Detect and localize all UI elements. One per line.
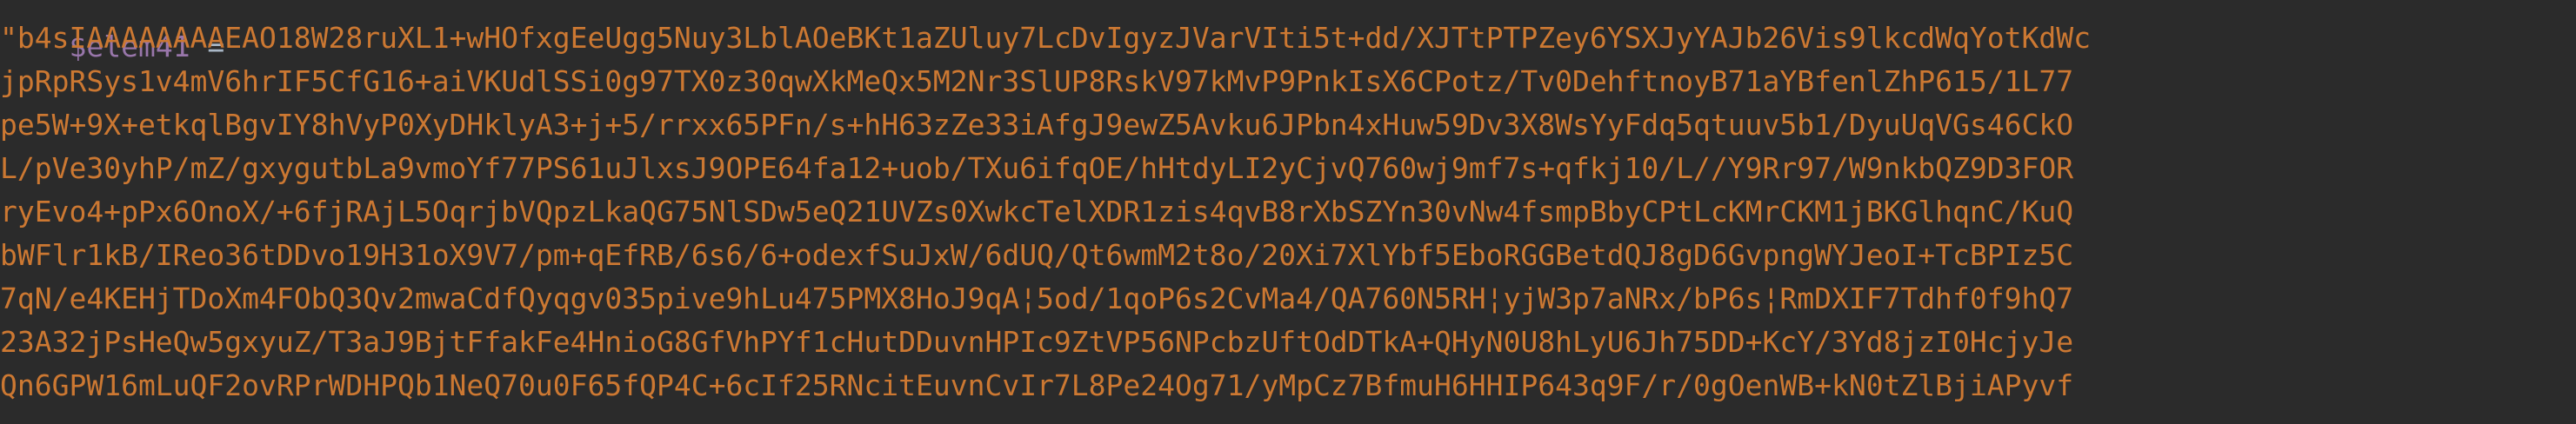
string-line: "b4sIAAAAAAAAEAO18W28ruXL1+wHOfxgEeUgg5N… <box>0 21 2091 55</box>
string-line: 23A32jPsHeQw5gxyuZ/T3aJ9BjtFfakFe4HnioG8… <box>0 325 2074 359</box>
string-line: pe5W+9X+etkqlBgvIY8hVyP0XyDHklyA3+j+5/rr… <box>0 108 2074 142</box>
string-line: L/pVe30yhP/mZ/gxygutbLa9vmoYf77PS61uJlxs… <box>0 151 2074 185</box>
string-line: ryEvo4+pPx6OnoX/+6fjRAjL5OqrjbVQpzLkaQG7… <box>0 195 2074 229</box>
string-line: jpRpRSys1v4mV6hrIF5CfG16+aiVKUdlSSi0g97T… <box>0 64 2074 98</box>
string-line: Qn6GPW16mLuQF2ovRPrWDHPQb1NeQ70u0F65fQP4… <box>0 368 2074 402</box>
string-line: bWFlr1kB/IReo36tDDvo19H31oX9V7/pm+qEfRB/… <box>0 238 2074 272</box>
code-editor[interactable]: $elem41 = "b4sIAAAAAAAAEAO18W28ruXL1+wHO… <box>0 0 2576 424</box>
string-line: 7qN/e4KEHjTDoXm4FObQ3Qv2mwaCdfQyqgv035pi… <box>0 282 2074 315</box>
